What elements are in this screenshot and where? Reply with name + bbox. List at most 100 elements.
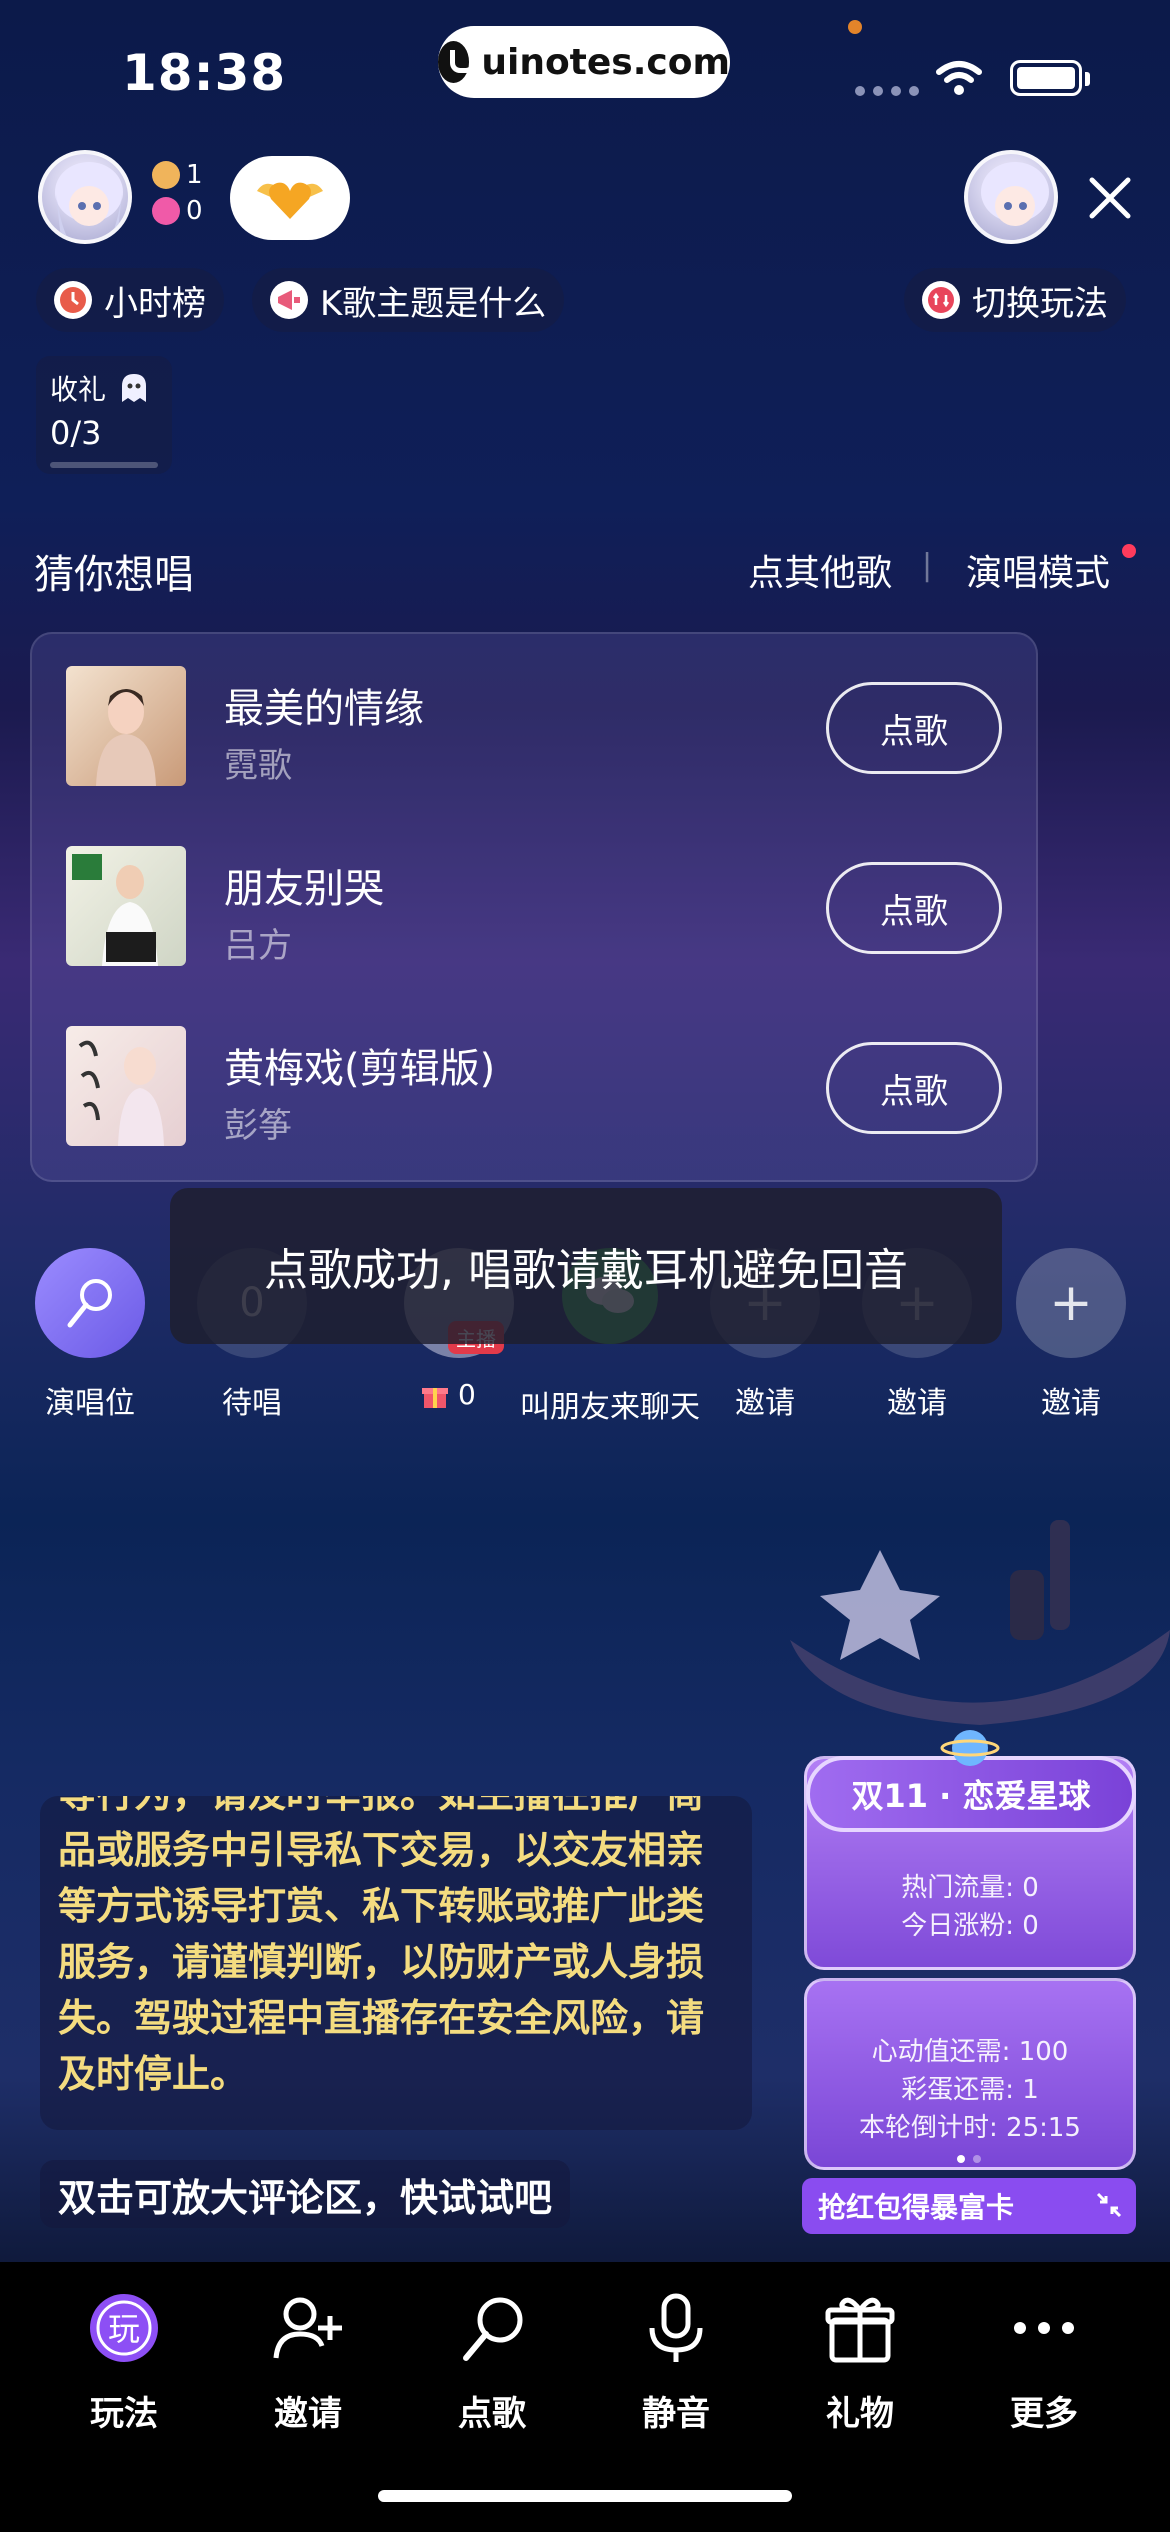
invite-label: 邀请 xyxy=(887,1386,947,1421)
invite-seat-3[interactable]: + 邀请 xyxy=(1016,1248,1126,1422)
switch-mode-label: 切换玩法 xyxy=(972,283,1108,324)
host-gift-count: 0 xyxy=(420,1378,476,1411)
followers-stat: 1 xyxy=(152,160,203,190)
song-row: 最美的情缘 霓歌 点歌 xyxy=(32,634,1036,814)
panel-separator: | xyxy=(922,548,933,583)
gift-progress-bar xyxy=(50,462,158,468)
plus-icon: + xyxy=(1016,1248,1126,1358)
clock-icon xyxy=(54,281,92,319)
red-packet-cta-label: 抢红包得暴富卡 xyxy=(818,2191,1015,2224)
cellular-signal-icon xyxy=(855,86,919,96)
anime-avatar-icon xyxy=(981,162,1049,226)
event-hot-traffic: 热门流量: 0 xyxy=(901,1873,1039,1903)
song-title: 最美的情缘 xyxy=(224,686,424,732)
hour-rank-label: 小时榜 xyxy=(104,283,206,324)
megaphone-icon xyxy=(270,281,308,319)
order-song-button[interactable]: 点歌 xyxy=(826,682,1002,774)
gift-value: 0/3 xyxy=(50,414,102,452)
watermark-badge: uinotes.com xyxy=(438,26,730,98)
carousel-dots xyxy=(957,2155,981,2163)
invite-label: 邀请 xyxy=(735,1386,795,1421)
notice-text: 等行为，请及时举报。如主播在推广商品或服务中引导私下交易，以交友相亲等方式诱导打… xyxy=(58,1796,705,2096)
nav-more-label: 更多 xyxy=(1010,2394,1078,2434)
hour-rank-button[interactable]: 小时榜 xyxy=(36,268,224,332)
followers-count: 1 xyxy=(186,160,203,190)
svg-text:玩: 玩 xyxy=(108,2310,140,2348)
user-icon xyxy=(152,161,180,189)
song-title: 黄梅戏(剪辑版) xyxy=(224,1046,496,1092)
topic-label: K歌主题是什么 xyxy=(320,283,547,324)
nav-more[interactable]: 更多 xyxy=(974,2288,1114,2435)
battery-icon xyxy=(1010,60,1082,96)
chat-notice[interactable]: 等行为，请及时举报。如主播在推广商品或服务中引导私下交易，以交友相亲等方式诱导打… xyxy=(40,1796,752,2130)
gift-icon xyxy=(422,1387,448,1408)
song-cover xyxy=(66,846,186,966)
anime-avatar-icon xyxy=(55,162,123,240)
chat-invite-label[interactable]: 叫朋友来聊天 xyxy=(520,1382,700,1426)
host-avatar[interactable] xyxy=(38,150,132,244)
nav-mute[interactable]: 静音 xyxy=(606,2288,746,2435)
stage-seat[interactable]: 演唱位 xyxy=(34,1248,146,1422)
order-song-button[interactable]: 点歌 xyxy=(826,862,1002,954)
queue-label: 待唱 xyxy=(222,1386,282,1421)
winged-heart-icon xyxy=(257,182,323,219)
nav-gift-label: 礼物 xyxy=(826,2394,894,2434)
stage-seat-label: 演唱位 xyxy=(45,1386,135,1421)
switch-mode-button[interactable]: 切换玩法 xyxy=(904,268,1126,332)
order-song-button[interactable]: 点歌 xyxy=(826,1042,1002,1134)
watermark-text: uinotes.com xyxy=(481,41,730,83)
event-heart-needed: 心动值还需: 100 xyxy=(871,2037,1069,2067)
song-title: 朋友别哭 xyxy=(224,866,384,912)
panel-title: 猜你想唱 xyxy=(34,552,194,598)
nav-invite-label: 邀请 xyxy=(274,2394,342,2434)
heart-icon xyxy=(152,197,180,225)
new-badge-dot xyxy=(1122,544,1136,558)
event-today-fans: 今日涨粉: 0 xyxy=(901,1911,1039,1941)
topic-button[interactable]: K歌主题是什么 xyxy=(252,268,565,332)
gift-label: 收礼 xyxy=(50,373,107,406)
event-egg-needed: 彩蛋还需: 1 xyxy=(901,2075,1039,2105)
nav-mute-label: 静音 xyxy=(642,2394,710,2434)
song-row: 黄梅戏(剪辑版) 彭筝 点歌 xyxy=(32,994,1036,1174)
song-artist: 霓歌 xyxy=(224,746,292,786)
planet-icon xyxy=(940,1730,1000,1766)
song-cover xyxy=(66,1026,186,1146)
mic-icon xyxy=(649,2293,703,2362)
host-gift-count-value: 0 xyxy=(458,1378,476,1411)
likes-count: 0 xyxy=(186,196,203,226)
mic-stage-icon xyxy=(35,1248,145,1358)
collapse-icon[interactable] xyxy=(1094,2190,1124,2220)
song-list: 最美的情缘 霓歌 点歌 朋友别哭 吕方 点歌 黄梅戏(剪辑版) 彭筝 点歌 xyxy=(30,632,1038,1182)
battery-cap xyxy=(1085,72,1090,86)
perform-mode-link[interactable]: 演唱模式 xyxy=(966,544,1110,596)
nav-gift[interactable]: 礼物 xyxy=(790,2288,930,2435)
nav-order-song[interactable]: 点歌 xyxy=(422,2288,562,2435)
song-row: 朋友别哭 吕方 点歌 xyxy=(32,814,1036,994)
likes-stat: 0 xyxy=(152,196,203,226)
gift-progress-box[interactable]: 收礼 0/3 xyxy=(36,356,172,474)
host-stats: 1 0 xyxy=(152,160,203,226)
nav-invite[interactable]: 邀请 xyxy=(238,2288,378,2435)
red-packet-cta[interactable]: 抢红包得暴富卡 xyxy=(802,2178,1136,2234)
other-songs-link[interactable]: 点其他歌 xyxy=(748,544,892,596)
ghost-sticker-icon xyxy=(122,374,147,402)
nav-order-song-label: 点歌 xyxy=(458,2394,526,2434)
home-indicator xyxy=(378,2490,792,2502)
privacy-indicator-dot xyxy=(848,20,862,34)
wifi-icon xyxy=(936,61,982,95)
toast-message: 点歌成功, 唱歌请戴耳机避免回音 xyxy=(170,1188,1002,1344)
song-artist: 吕方 xyxy=(224,926,292,966)
watermark-logo-icon xyxy=(438,41,477,83)
follow-heart-button[interactable] xyxy=(230,156,350,240)
microphone-song-icon xyxy=(463,2297,523,2361)
event-card-bottom[interactable]: 心动值还需: 100 彩蛋还需: 1 本轮倒计时: 25:15 xyxy=(804,1978,1136,2170)
add-user-icon xyxy=(273,2297,342,2359)
audience-avatar[interactable] xyxy=(964,150,1058,244)
invite-label: 邀请 xyxy=(1041,1386,1101,1421)
nav-play-label: 玩法 xyxy=(90,2394,158,2434)
moon-boat-decoration xyxy=(790,1520,1170,1725)
close-icon[interactable] xyxy=(1080,168,1140,228)
song-cover xyxy=(66,666,186,786)
nav-play[interactable]: 玩 玩法 xyxy=(54,2288,194,2435)
gift-icon xyxy=(825,2297,895,2363)
